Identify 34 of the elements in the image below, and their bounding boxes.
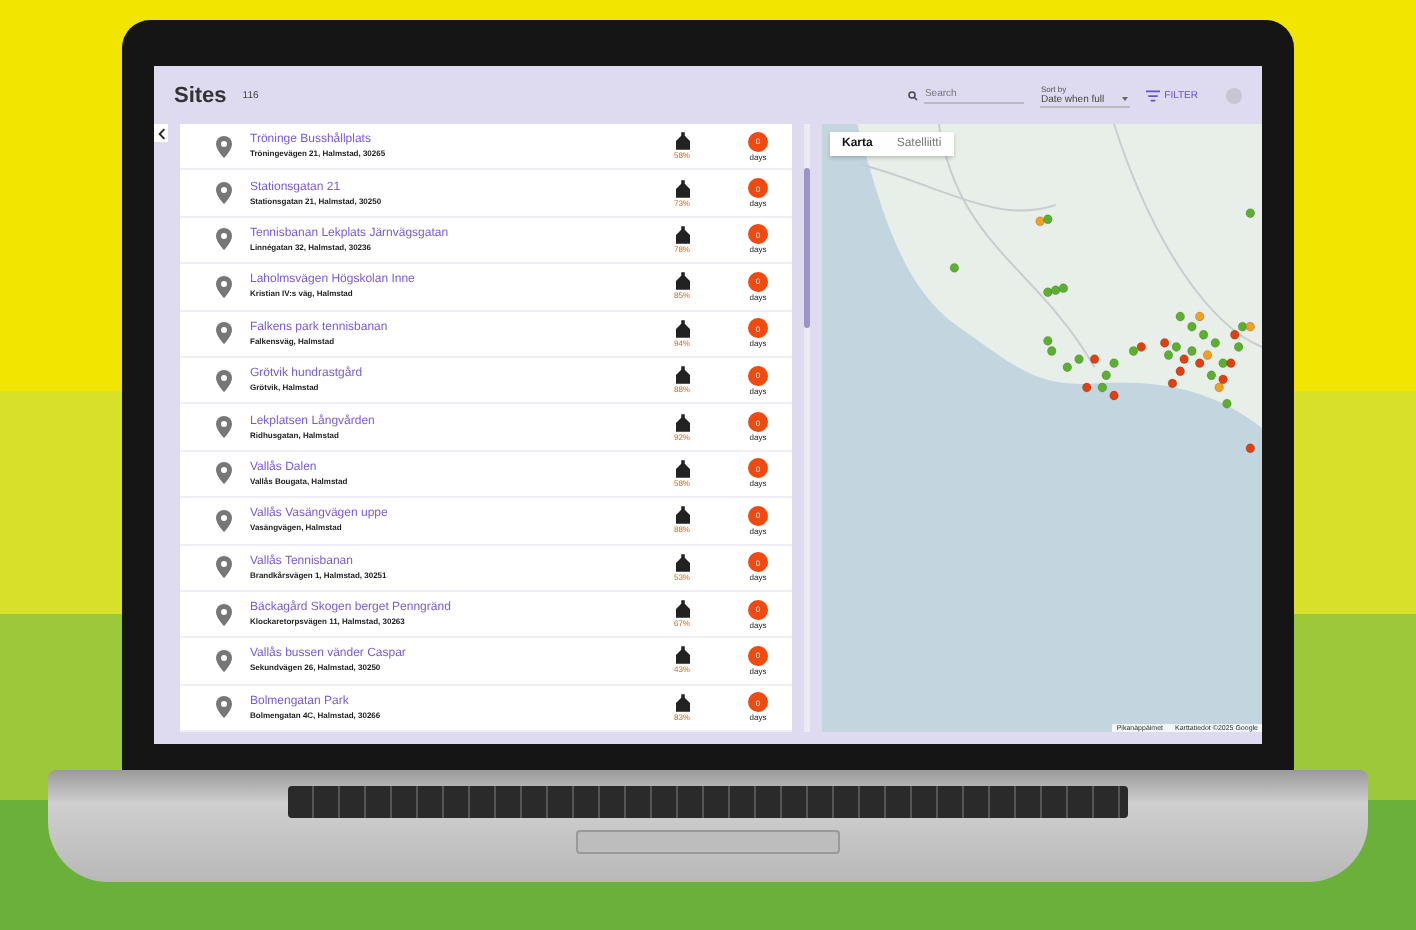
avatar-icon[interactable] [1226,87,1242,103]
chevron-left-icon [157,127,165,139]
location-pin-icon [216,416,232,439]
location-pin-icon [216,696,232,719]
bag-icon [675,600,689,619]
bag-icon [675,553,689,572]
bag-icon [675,646,689,665]
location-pin-icon [216,462,232,485]
bag-icon [675,319,689,338]
location-pin-icon [216,135,232,158]
bag-icon [675,693,689,712]
location-pin-icon [216,369,232,392]
bag-icon [675,459,689,478]
location-pin-icon [216,182,232,205]
location-pin-icon [216,603,232,626]
collapse-button[interactable] [154,124,168,142]
bag-icon [675,413,689,432]
search-icon [908,89,919,101]
location-pin-icon [216,322,232,345]
page-title: Sites [174,83,227,107]
bag-icon [675,225,689,244]
bag-icon [675,179,689,198]
bag-icon [675,366,689,385]
location-pin-icon [216,509,232,532]
bag-icon [675,506,689,525]
location-pin-icon [216,556,232,579]
bag-icon [675,132,689,151]
filter-icon [1146,89,1161,101]
caret-icon [1120,93,1131,103]
location-pin-icon [216,275,232,298]
scrollbar-thumb[interactable] [804,168,810,328]
location-pin-icon [216,228,232,251]
location-pin-icon [216,649,232,672]
bag-icon [675,272,689,291]
